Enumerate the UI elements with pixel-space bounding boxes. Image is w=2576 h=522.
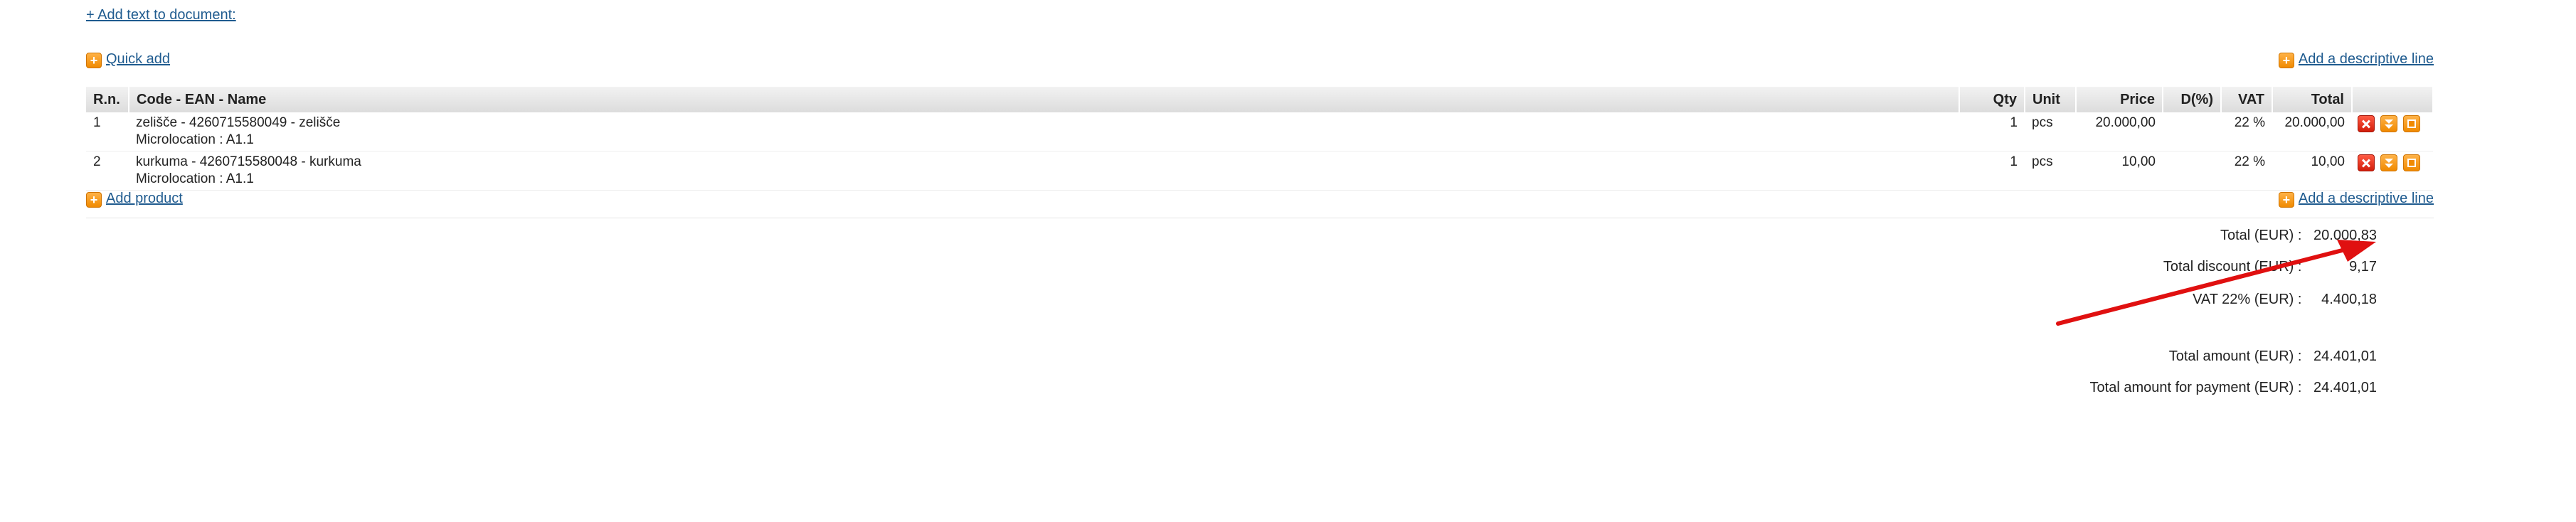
arrow-shaft <box>2056 247 2350 326</box>
arrow-head <box>2337 240 2376 262</box>
annotation-arrow <box>2056 240 2376 326</box>
